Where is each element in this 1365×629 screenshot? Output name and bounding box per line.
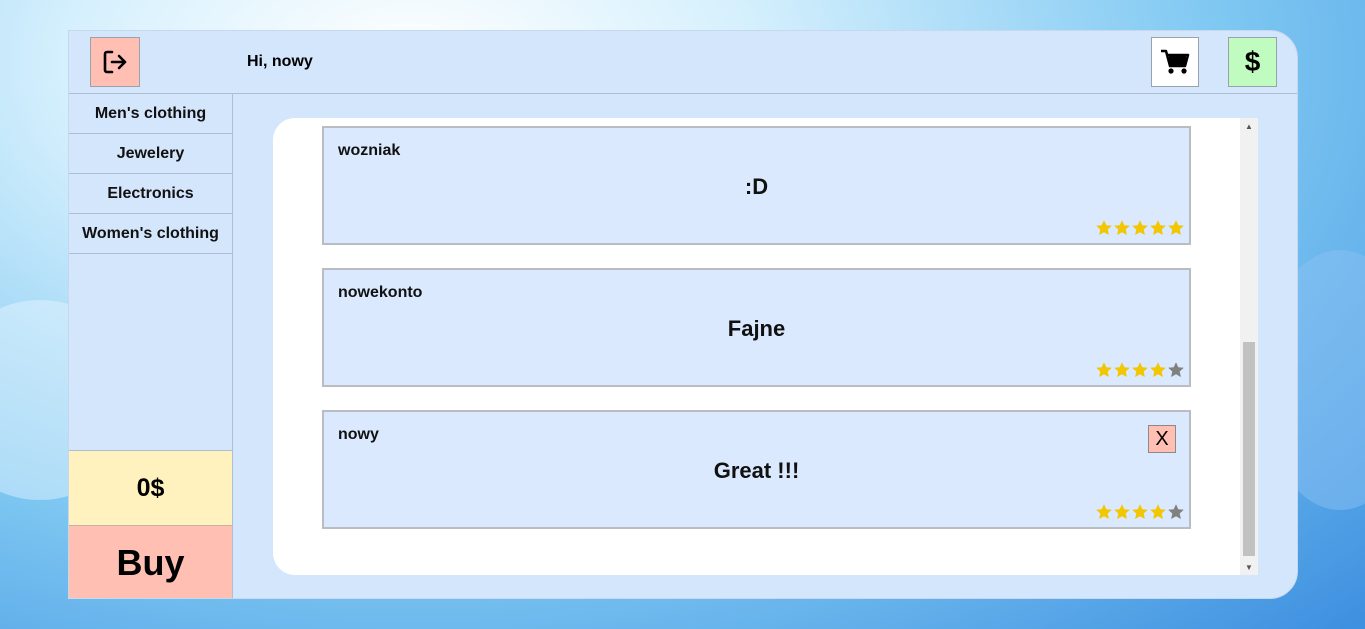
logout-icon — [103, 50, 127, 74]
logout-button[interactable] — [90, 37, 140, 87]
category-electronics[interactable]: Electronics — [69, 174, 232, 214]
star-filled-icon — [1132, 220, 1148, 235]
star-filled-icon — [1096, 220, 1112, 235]
review-author: nowy — [338, 426, 379, 443]
star-filled-icon — [1150, 362, 1166, 377]
star-filled-icon — [1114, 504, 1130, 519]
reviews-panel: wozniak :D nowekonto Fajne nowy X Great … — [273, 118, 1258, 575]
app-window: Hi, nowy $ Men's clothing Jewelery Elect… — [68, 30, 1298, 599]
review-rating — [1095, 219, 1185, 237]
cart-icon — [1161, 49, 1190, 74]
review-card: nowy X Great !!! — [322, 410, 1191, 529]
review-author: nowekonto — [338, 284, 423, 301]
review-author: wozniak — [338, 142, 401, 159]
review-text: :D — [744, 174, 769, 199]
star-filled-icon — [1096, 504, 1112, 519]
star-filled-icon — [1150, 220, 1166, 235]
reviews-list: wozniak :D nowekonto Fajne nowy X Great … — [322, 126, 1191, 552]
star-filled-icon — [1132, 362, 1148, 377]
scroll-down-arrow-icon[interactable]: ▼ — [1240, 559, 1258, 575]
reviews-scrollbar[interactable]: ▲ ▼ — [1240, 118, 1258, 575]
star-filled-icon — [1114, 362, 1130, 377]
add-funds-button[interactable]: $ — [1228, 37, 1277, 87]
review-text: Fajne — [727, 316, 786, 341]
cart-button[interactable] — [1151, 37, 1199, 87]
star-filled-icon — [1096, 362, 1112, 377]
star-filled-icon — [1132, 504, 1148, 519]
buy-button[interactable]: Buy — [69, 525, 232, 598]
review-card: nowekonto Fajne — [322, 268, 1191, 387]
review-text: Great !!! — [713, 458, 800, 483]
star-filled-icon — [1168, 220, 1184, 235]
star-empty-icon — [1168, 504, 1184, 519]
dollar-icon: $ — [1244, 46, 1261, 77]
scroll-thumb[interactable] — [1243, 342, 1255, 556]
category-sidebar: Men's clothing Jewelery Electronics Wome… — [69, 94, 233, 598]
category-mens-clothing[interactable]: Men's clothing — [69, 94, 232, 134]
star-empty-icon — [1168, 362, 1184, 377]
balance-display: 0$ — [69, 450, 232, 525]
star-filled-icon — [1114, 220, 1130, 235]
greeting-text: Hi, nowy — [247, 53, 313, 70]
review-rating — [1095, 503, 1185, 521]
review-card: wozniak :D — [322, 126, 1191, 245]
review-rating — [1095, 361, 1185, 379]
star-filled-icon — [1150, 504, 1166, 519]
category-womens-clothing[interactable]: Women's clothing — [69, 214, 232, 254]
scroll-up-arrow-icon[interactable]: ▲ — [1240, 118, 1258, 134]
category-jewelery[interactable]: Jewelery — [69, 134, 232, 174]
delete-review-button[interactable]: X — [1148, 425, 1176, 453]
header: Hi, nowy $ — [69, 31, 1297, 94]
